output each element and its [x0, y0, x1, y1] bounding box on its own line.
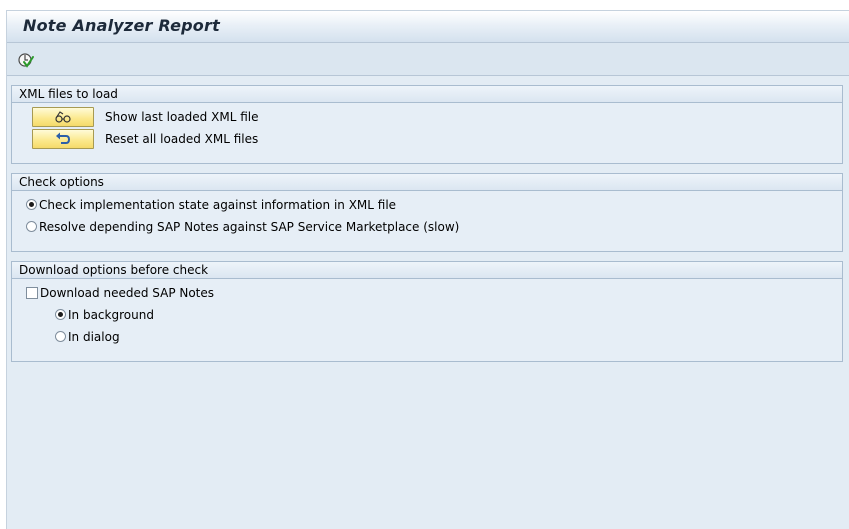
- radio-button[interactable]: [55, 309, 66, 320]
- background-mode-option[interactable]: In background: [55, 305, 154, 325]
- show-last-xml-button[interactable]: [32, 107, 94, 127]
- radio-label: In dialog: [68, 330, 120, 344]
- page-title: Note Analyzer Report: [23, 16, 220, 35]
- radio-label: In background: [68, 308, 154, 322]
- radio-label: Check implementation state against infor…: [39, 198, 397, 212]
- app-window: Note Analyzer Report XML files to load S…: [6, 10, 849, 529]
- radio-button[interactable]: [55, 331, 66, 342]
- group-title: Check options: [12, 174, 842, 191]
- checkbox-label: Download needed SAP Notes: [40, 286, 215, 300]
- reset-xml-button[interactable]: [32, 129, 94, 149]
- glasses-icon: [55, 111, 71, 123]
- download-notes-checkbox[interactable]: [26, 286, 38, 299]
- title-bar: Note Analyzer Report: [7, 11, 849, 43]
- undo-arrow-icon: [56, 132, 71, 144]
- show-last-xml-label: Show last loaded XML file: [105, 110, 259, 124]
- download-options-group: Download options before check Download n…: [11, 261, 843, 362]
- dialog-mode-option[interactable]: In dialog: [55, 327, 120, 347]
- check-options-group: Check options Check implementation state…: [11, 173, 843, 252]
- radio-button[interactable]: [26, 221, 37, 232]
- download-notes-checkbox-row[interactable]: Download needed SAP Notes: [26, 283, 214, 303]
- radio-button[interactable]: [26, 199, 37, 210]
- execute-check-icon[interactable]: [17, 51, 35, 69]
- reset-xml-label: Reset all loaded XML files: [105, 132, 259, 146]
- application-toolbar: [7, 43, 849, 76]
- radio-label: Resolve depending SAP Notes against SAP …: [39, 220, 460, 234]
- xml-files-group: XML files to load Show last loaded XML f…: [11, 85, 843, 164]
- check-implementation-option[interactable]: Check implementation state against infor…: [26, 195, 396, 215]
- resolve-notes-option[interactable]: Resolve depending SAP Notes against SAP …: [26, 217, 459, 237]
- group-title: Download options before check: [12, 262, 842, 279]
- group-title: XML files to load: [12, 86, 842, 103]
